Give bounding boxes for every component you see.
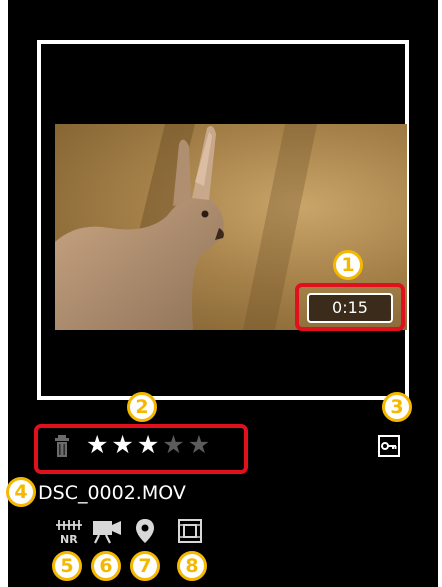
rating-stars[interactable]: ★ ★ ★ ★ ★ bbox=[86, 430, 210, 460]
nr-icon: NR bbox=[56, 520, 82, 544]
file-name: DSC_0002.MOV bbox=[38, 482, 186, 504]
star-filled-icon[interactable]: ★ bbox=[137, 430, 159, 460]
camera-playback-screen: 0:15 ★ ★ ★ ★ ★ DSC_0002.MOV NR 1 2 3 4 5 6 7… bbox=[0, 0, 442, 587]
star-empty-icon[interactable]: ★ bbox=[188, 430, 210, 460]
star-filled-icon[interactable]: ★ bbox=[111, 430, 133, 460]
crop-frame-icon bbox=[178, 519, 202, 543]
callout-number-6: 6 bbox=[91, 551, 121, 581]
callout-number-1: 1 bbox=[333, 250, 363, 280]
video-duration-badge: 0:15 bbox=[307, 293, 393, 323]
callout-number-2: 2 bbox=[127, 392, 157, 422]
movie-camera-icon bbox=[93, 521, 121, 544]
star-empty-icon[interactable]: ★ bbox=[162, 430, 184, 460]
key-icon bbox=[378, 435, 400, 457]
location-pin-icon bbox=[136, 519, 154, 543]
callout-number-8: 8 bbox=[177, 551, 207, 581]
svg-text:NR: NR bbox=[60, 533, 78, 544]
callout-number-3: 3 bbox=[382, 392, 412, 422]
star-filled-icon[interactable]: ★ bbox=[86, 430, 108, 460]
trash-icon[interactable] bbox=[55, 435, 69, 457]
callout-number-7: 7 bbox=[130, 551, 160, 581]
callout-number-4: 4 bbox=[6, 477, 36, 507]
selected-thumbnail-frame[interactable] bbox=[37, 40, 409, 400]
callout-number-5: 5 bbox=[52, 551, 82, 581]
